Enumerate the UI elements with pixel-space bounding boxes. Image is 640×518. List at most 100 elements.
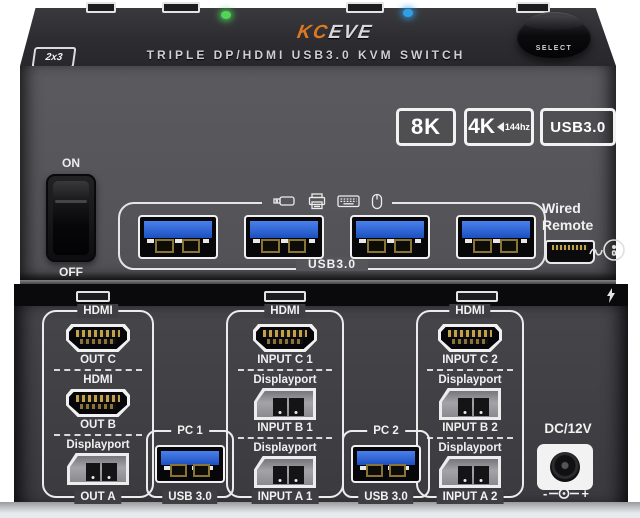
usb-pin (394, 239, 412, 253)
badge-144hz-text: 144hz (505, 122, 530, 132)
usb-pin (261, 239, 279, 253)
brand-logo: KCEVE (243, 22, 427, 44)
polarity-plus: + (581, 486, 589, 501)
wired-remote-port (545, 240, 595, 264)
usb3-port (350, 215, 430, 259)
divider (54, 434, 143, 436)
usb-pin (155, 239, 173, 253)
dc-jack-barrel (550, 452, 580, 482)
usb-tongue (357, 451, 415, 465)
rear-edge-port-cutout (456, 291, 498, 302)
usb-tongue (462, 221, 530, 238)
port-name-label: OUT B (80, 418, 116, 432)
usb-pin (288, 239, 306, 253)
power-on-label: ON (46, 156, 96, 170)
port-name-label: INPUT C 1 (257, 353, 313, 367)
port-tab (458, 398, 472, 416)
dc-power-jack (537, 444, 593, 490)
port-name-label: INPUT B 2 (442, 421, 498, 435)
pc2-usb-label: USB 3.0 (358, 490, 413, 504)
pc1-usb-group: PC 1 USB 3.0 (146, 430, 234, 498)
rear-output-group: HDMI OUT C HDMI OUT B Displayport OUT A (42, 310, 154, 498)
usb-pin (182, 239, 200, 253)
printer-icon (308, 193, 326, 210)
top-edge-port-cutout (516, 2, 550, 13)
port-tab (474, 466, 488, 484)
usb-tongue (356, 221, 424, 238)
displayport-input-a2 (439, 456, 501, 488)
wired-remote-label-2: Remote (542, 217, 593, 233)
usb-pin (389, 464, 406, 477)
arrow-left-icon (497, 122, 504, 132)
wired-remote-label-1: Wired (542, 200, 581, 216)
displayport-out-a (67, 453, 129, 485)
cable-squiggle-icon (589, 245, 603, 263)
badge-4k-text: 4K (468, 115, 495, 139)
port-type-label: Displayport (438, 373, 501, 387)
product-title: TRIPLE DP/HDMI USB3.0 KVM SWITCH (100, 48, 512, 62)
badge-8k: 8K (396, 108, 456, 146)
select-knob: SELECT (517, 12, 591, 58)
usb-drive-icon (271, 194, 297, 208)
remote-button-icon (602, 238, 626, 267)
blue-status-led (403, 9, 413, 17)
rear-input2-group: HDMI INPUT C 2 Displayport INPUT B 2 Dis… (416, 310, 524, 498)
polarity-minus: - (543, 486, 547, 501)
hdmi-port-out-c (66, 324, 130, 352)
port-type-label: Displayport (253, 373, 316, 387)
brand-logo-prefix: KC (295, 22, 330, 43)
brand-logo-suffix: EVE (327, 22, 375, 43)
port-tab (273, 466, 287, 484)
usb-tongue (250, 221, 318, 238)
badge-8k-text: 8K (411, 114, 441, 140)
port-tab (289, 398, 303, 416)
top-edge-port-cutout (86, 2, 116, 13)
power-rocker-switch (46, 174, 96, 262)
port-name-label: INPUT B 1 (257, 421, 313, 435)
usb-pin (366, 464, 383, 477)
port-tab (102, 463, 116, 481)
divider (54, 369, 143, 371)
port-name-label: INPUT A 2 (437, 490, 504, 504)
hdmi-port-out-b (66, 389, 130, 417)
port-pins (448, 330, 492, 337)
select-knob-label: SELECT (517, 45, 591, 52)
hdmi-port-input-c2 (438, 324, 502, 352)
usb-hub-group-label: USB3.0 (296, 257, 368, 271)
port-tab (458, 466, 472, 484)
displayport-input-b2 (439, 388, 501, 420)
input1-column: INPUT C 1 Displayport INPUT B 1 Displayp… (228, 312, 342, 496)
port-pins (267, 339, 303, 344)
divider (238, 369, 331, 371)
port-type-label: Displayport (438, 441, 501, 455)
model-badge-text: 2x3 (45, 52, 63, 63)
center-positive-icon (549, 487, 579, 500)
keyboard-icon (337, 194, 360, 208)
badge-4k-144hz: 4K 144hz (464, 108, 534, 146)
pc1-usb-label: USB 3.0 (162, 490, 217, 504)
port-type-label: Displayport (66, 438, 129, 452)
usb3-port (138, 215, 218, 259)
port-pins (76, 395, 120, 402)
input2-column: INPUT C 2 Displayport INPUT B 2 Displayp… (418, 312, 522, 496)
kvm-switch-product-photo: KCEVE SELECT 2x3 TRIPLE DP/HDMI USB3.0 K… (0, 0, 640, 518)
port-pins (263, 330, 307, 337)
pc2-usb-group: PC 2 USB 3.0 (342, 430, 430, 498)
usb-device-icons (262, 190, 392, 212)
port-name-label: INPUT A 1 (252, 490, 319, 504)
usb-pin (500, 239, 518, 253)
model-badge: 2x3 (32, 47, 77, 68)
usb3-port (244, 215, 324, 259)
port-pins (80, 404, 116, 409)
dc-power-label: DC/12V (528, 421, 608, 436)
port-pins (76, 330, 120, 337)
rear-edge-port-cutout (76, 291, 110, 302)
port-tab (86, 463, 100, 481)
port-type-label: Displayport (253, 441, 316, 455)
rear-input1-group: HDMI INPUT C 1 Displayport INPUT B 1 Dis… (226, 310, 344, 498)
power-rocker-surface (53, 181, 89, 255)
port-contacts (552, 245, 588, 250)
usb-pin (193, 464, 210, 477)
displayport-input-a1 (254, 456, 316, 488)
select-knob-top (524, 15, 584, 30)
